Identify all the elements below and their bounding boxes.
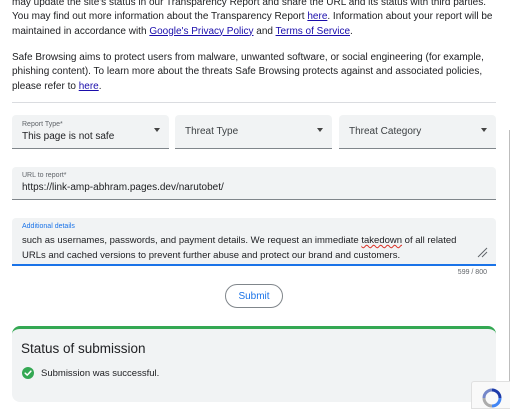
- safe-browsing-info-text: Safe Browsing aims to protect users from…: [12, 52, 484, 92]
- threats-policy-link[interactable]: here: [79, 81, 99, 92]
- report-type-label: Report Type*: [22, 121, 63, 128]
- threat-category-placeholder: Threat Category: [349, 126, 422, 137]
- chevron-down-icon: [481, 128, 487, 132]
- additional-details-textarea[interactable]: Additional details such as usernames, pa…: [12, 218, 496, 266]
- threat-type-placeholder: Threat Type: [185, 126, 239, 137]
- url-label: URL to report*: [22, 172, 67, 179]
- additional-details-value: such as usernames, passwords, and paymen…: [22, 235, 457, 261]
- submit-button[interactable]: Submit: [225, 284, 283, 308]
- threat-type-select[interactable]: Threat Type: [175, 115, 332, 149]
- transparency-info-text: may update the site's status in our Tran…: [12, 0, 493, 37]
- recaptcha-badge[interactable]: [471, 381, 510, 409]
- submission-status-card: Status of submission Submission was succ…: [12, 326, 496, 402]
- report-type-value: This page is not safe: [22, 131, 115, 142]
- resize-handle-icon[interactable]: [476, 246, 488, 258]
- url-value: https://link-amp-abhram.pages.dev/naruto…: [22, 182, 224, 193]
- additional-details-label: Additional details: [22, 223, 75, 230]
- privacy-policy-link[interactable]: Google's Privacy Policy: [149, 26, 253, 37]
- status-message: Submission was successful.: [41, 368, 160, 379]
- status-title: Status of submission: [21, 341, 146, 356]
- section-divider: [12, 102, 496, 103]
- chevron-down-icon: [317, 128, 323, 132]
- transparency-report-link[interactable]: here: [307, 11, 327, 22]
- character-counter: 599 / 800: [457, 269, 487, 276]
- terms-of-service-link[interactable]: Terms of Service: [276, 26, 350, 37]
- report-type-select[interactable]: Report Type* This page is not safe: [12, 115, 169, 149]
- chevron-down-icon: [154, 128, 160, 132]
- threat-category-select[interactable]: Threat Category: [339, 115, 496, 149]
- check-circle-icon: [22, 367, 34, 379]
- recaptcha-icon: [482, 388, 502, 408]
- url-input[interactable]: URL to report* https://link-amp-abhram.p…: [12, 167, 496, 200]
- misspelled-word: takedown: [361, 235, 403, 246]
